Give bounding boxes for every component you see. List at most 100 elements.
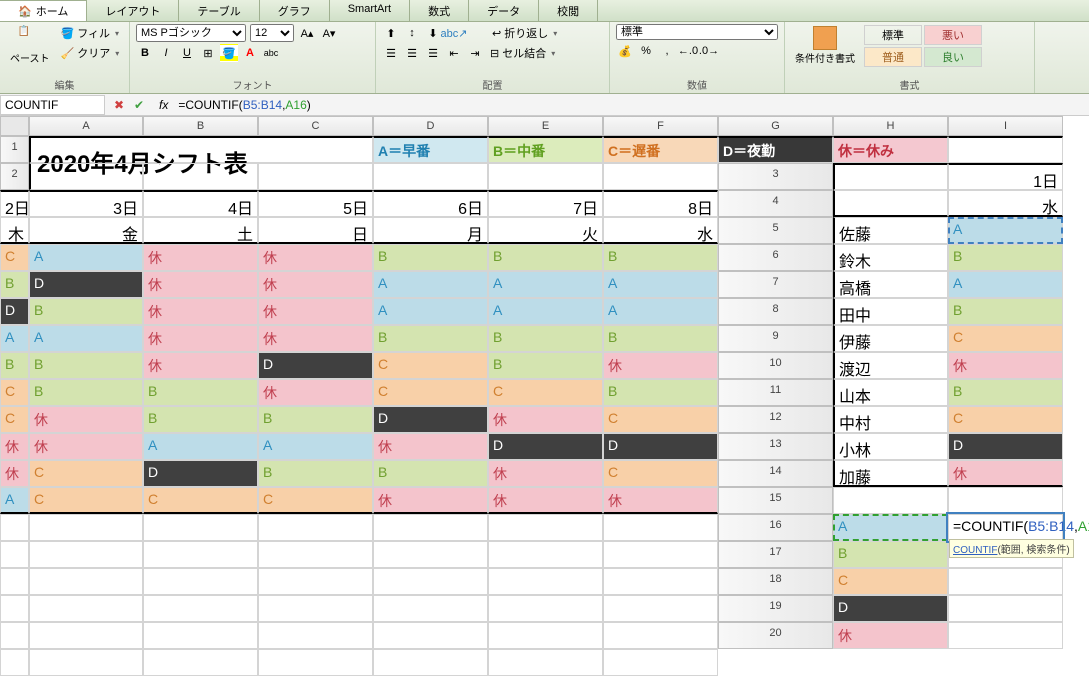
shift-cell[interactable]: 休	[373, 433, 488, 460]
row-header[interactable]: 19	[718, 595, 833, 622]
cell[interactable]	[0, 595, 29, 622]
shift-cell[interactable]: A	[0, 325, 29, 352]
row-header[interactable]: 8	[718, 298, 833, 325]
name-cell[interactable]: 中村	[833, 406, 948, 433]
row-header[interactable]: 4	[718, 190, 833, 217]
tab-home[interactable]: 🏠 ホーム	[0, 0, 87, 21]
row-header[interactable]: 13	[718, 433, 833, 460]
row-header[interactable]: 7	[718, 271, 833, 298]
cell[interactable]	[29, 622, 143, 649]
shift-cell[interactable]: B	[29, 352, 143, 379]
row-header[interactable]: 18	[718, 568, 833, 595]
style-good[interactable]: 良い	[924, 47, 982, 67]
col-header[interactable]: B	[143, 116, 258, 136]
name-cell[interactable]: 佐藤	[833, 217, 948, 244]
cell[interactable]	[488, 649, 603, 676]
date-cell[interactable]: 4日	[143, 190, 258, 217]
cell[interactable]	[373, 514, 488, 541]
shift-cell[interactable]: D	[258, 352, 373, 379]
col-header[interactable]: A	[29, 116, 143, 136]
shift-cell[interactable]: 休	[258, 325, 373, 352]
indent-dec-button[interactable]: ⇤	[445, 44, 463, 62]
shift-cell[interactable]: A	[29, 325, 143, 352]
comma-button[interactable]: ,	[658, 42, 676, 60]
cell[interactable]	[143, 595, 258, 622]
shift-cell[interactable]: D	[29, 271, 143, 298]
shift-cell[interactable]: A	[488, 271, 603, 298]
shift-cell[interactable]: B	[948, 379, 1063, 406]
merge-button[interactable]: ⊟セル結合▾	[487, 44, 558, 62]
shift-cell[interactable]: B	[373, 244, 488, 271]
name-cell[interactable]: 渡辺	[833, 352, 948, 379]
shift-cell[interactable]: B	[0, 271, 29, 298]
date-cell[interactable]: 5日	[258, 190, 373, 217]
dec-inc-button[interactable]: ←.0	[679, 42, 697, 60]
font-color-button[interactable]: A	[241, 44, 259, 62]
align-middle-button[interactable]: ↕	[403, 24, 421, 42]
cell[interactable]	[258, 163, 373, 190]
shift-cell[interactable]: B	[143, 406, 258, 433]
cell[interactable]	[29, 595, 143, 622]
shift-cell[interactable]: C	[258, 487, 373, 514]
shift-cell[interactable]: A	[603, 298, 718, 325]
shift-cell[interactable]: C	[948, 406, 1063, 433]
ruby-button[interactable]: abc	[262, 44, 280, 62]
shift-cell[interactable]: D	[488, 433, 603, 460]
cell[interactable]	[258, 514, 373, 541]
shift-cell[interactable]: D	[143, 460, 258, 487]
cell[interactable]	[0, 541, 29, 568]
col-header[interactable]: C	[258, 116, 373, 136]
clear-button[interactable]: 🧹クリア▾	[58, 44, 123, 62]
name-cell[interactable]: 伊藤	[833, 325, 948, 352]
name-cell[interactable]: 加藤	[833, 460, 948, 487]
shift-cell[interactable]: A	[948, 271, 1063, 298]
cell[interactable]	[143, 163, 258, 190]
paste-button[interactable]: 📋 ペースト	[6, 24, 54, 67]
cell[interactable]	[488, 595, 603, 622]
cell[interactable]	[29, 649, 143, 676]
cell[interactable]	[488, 541, 603, 568]
style-normal[interactable]: 標準	[864, 25, 922, 45]
cell[interactable]	[143, 541, 258, 568]
shift-cell[interactable]: B	[488, 244, 603, 271]
indent-inc-button[interactable]: ⇥	[466, 44, 484, 62]
dow-cell[interactable]: 月	[373, 217, 488, 244]
cell[interactable]	[0, 514, 29, 541]
name-cell[interactable]: 高橋	[833, 271, 948, 298]
cell[interactable]	[258, 622, 373, 649]
conditional-format-button[interactable]: 条件付き書式	[791, 24, 859, 67]
currency-button[interactable]: 💰	[616, 42, 634, 60]
align-right-button[interactable]: ☰	[424, 44, 442, 62]
cell[interactable]	[258, 541, 373, 568]
cell[interactable]	[948, 568, 1063, 595]
italic-button[interactable]: I	[157, 44, 175, 62]
shift-cell[interactable]: B	[488, 325, 603, 352]
shift-cell[interactable]: B	[373, 460, 488, 487]
date-cell[interactable]: 1日	[948, 163, 1063, 190]
summary-label[interactable]: C	[833, 568, 948, 595]
shift-cell[interactable]: C	[603, 460, 718, 487]
cell[interactable]	[0, 622, 29, 649]
shift-cell[interactable]: 休	[373, 487, 488, 514]
row-header[interactable]: 12	[718, 406, 833, 433]
shift-cell[interactable]: D	[373, 406, 488, 433]
shift-cell[interactable]: 休	[603, 352, 718, 379]
fx-icon[interactable]: fx	[153, 98, 174, 112]
shift-cell[interactable]: B	[603, 244, 718, 271]
shift-cell[interactable]: A	[488, 298, 603, 325]
orientation-button[interactable]: abc↗	[445, 24, 463, 42]
shift-cell[interactable]: A	[373, 271, 488, 298]
shift-cell[interactable]: C	[488, 379, 603, 406]
wrap-button[interactable]: ↩折り返し▾	[489, 24, 560, 42]
shift-cell[interactable]: B	[603, 325, 718, 352]
cell[interactable]	[948, 622, 1063, 649]
col-header[interactable]: D	[373, 116, 488, 136]
cell[interactable]	[373, 595, 488, 622]
shift-cell[interactable]: A	[0, 487, 29, 514]
shift-cell[interactable]: A	[258, 433, 373, 460]
tab-layout[interactable]: レイアウト	[87, 0, 179, 21]
shift-cell[interactable]: 休	[143, 298, 258, 325]
formula-input[interactable]: =COUNTIF(B5:B14,A16)	[174, 96, 1089, 114]
tab-chart[interactable]: グラフ	[260, 0, 330, 21]
dow-cell[interactable]: 水	[948, 190, 1063, 217]
